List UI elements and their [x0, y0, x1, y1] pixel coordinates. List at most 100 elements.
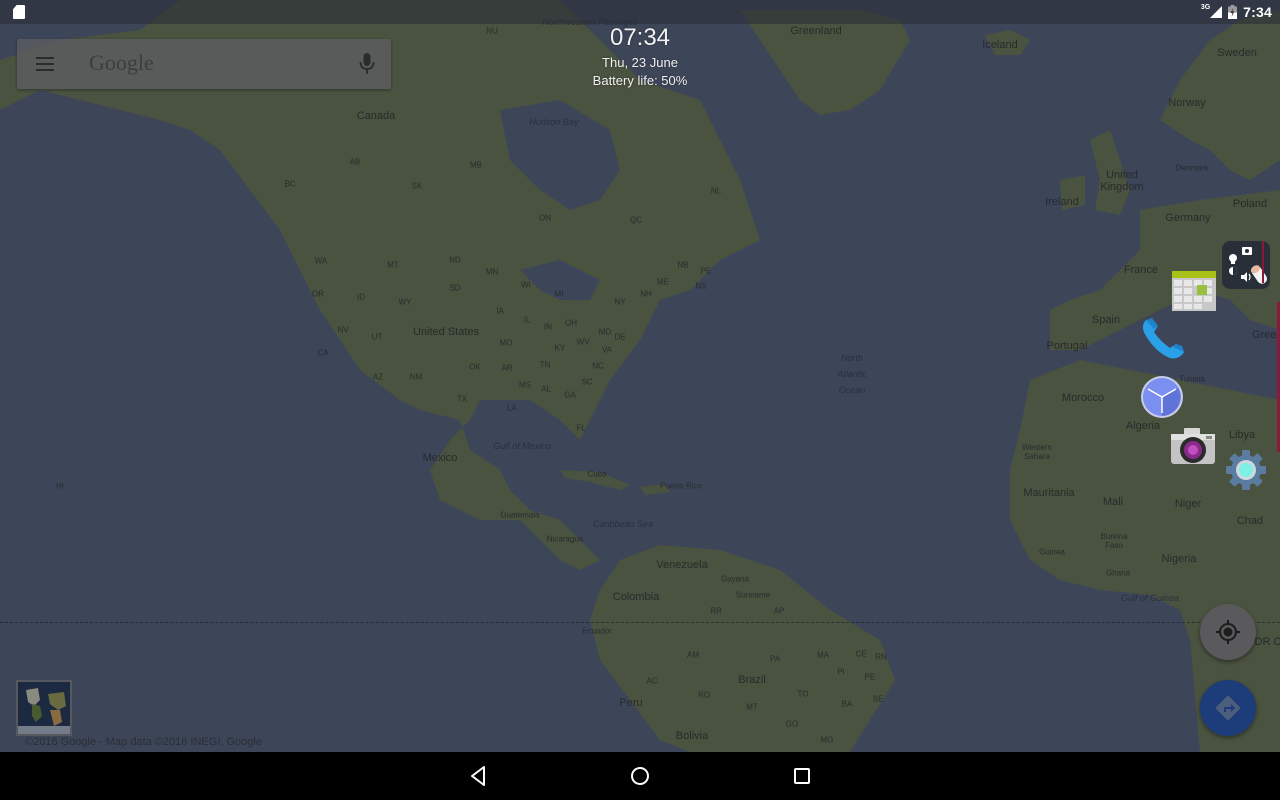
map-label-greece: Greece — [1251, 329, 1280, 341]
map-label-region: MD — [598, 327, 612, 337]
map-label-ireland: Ireland — [1045, 196, 1079, 208]
search-input[interactable]: Google — [89, 50, 154, 76]
map-label-canada: Canada — [356, 110, 396, 122]
back-icon[interactable] — [467, 764, 491, 788]
calendar-icon[interactable] — [1171, 270, 1217, 312]
map-layers-button[interactable] — [16, 680, 72, 736]
map-label-nigeria: Nigeria — [1161, 553, 1197, 565]
map-label-region: KY — [554, 343, 566, 353]
map-label-region: AZ — [372, 372, 384, 382]
hamburger-menu-icon[interactable] — [36, 57, 54, 71]
map-label-france: France — [1123, 264, 1159, 276]
map-label-region: AB — [349, 157, 361, 167]
map-label-nicaragua: Nicaragua — [546, 534, 584, 544]
edge-indicator — [1262, 241, 1264, 283]
gear-icon[interactable] — [1224, 448, 1268, 492]
camera-icon[interactable] — [1170, 426, 1216, 466]
map-label-ecuador: Ecuador — [582, 626, 612, 636]
map-label-germany: Germany — [1165, 212, 1211, 224]
map-label-region: PA — [769, 654, 781, 664]
map-label-united-states: United States — [412, 326, 480, 338]
map-label-region: MT — [387, 260, 399, 270]
map-label-region: RO — [698, 690, 710, 700]
map-label-greenland: Greenland — [790, 25, 842, 37]
battery-charging-icon — [1228, 5, 1238, 19]
map-label-region: PE — [864, 672, 876, 682]
directions-icon — [1216, 696, 1240, 720]
map-label-region: MB — [470, 160, 482, 170]
map-label-region: GA — [564, 390, 576, 400]
directions-button[interactable] — [1200, 680, 1256, 736]
map-label-region: CE — [855, 649, 867, 659]
status-icons: 3G 7:34 — [1201, 2, 1272, 22]
map-label-region: WY — [398, 297, 412, 307]
map-label-region: MT — [746, 702, 758, 712]
microphone-icon[interactable] — [359, 52, 375, 76]
map-label-region: NV — [337, 325, 349, 335]
map-label-region: LA — [507, 403, 517, 413]
map-label-mexico: Mexico — [422, 452, 458, 464]
map-label-norway: Norway — [1168, 97, 1206, 109]
search-bar[interactable]: Google — [17, 39, 391, 89]
map-label-region: OK — [469, 362, 481, 372]
map-label-region: QC — [630, 215, 642, 225]
map-label-region: SC — [581, 377, 593, 387]
map-label-morocco: Morocco — [1061, 392, 1105, 404]
map-label-region: IL — [523, 315, 531, 325]
map-label-region: SK — [411, 181, 423, 191]
map-label-suriname: Suriname — [735, 590, 771, 600]
map-label-region: FL — [576, 423, 586, 433]
map-label-iceland: Iceland — [982, 39, 1018, 51]
map-label-brazil: Brazil — [738, 674, 766, 686]
map-label-region: WA — [314, 256, 328, 266]
phone-icon[interactable] — [1140, 316, 1186, 360]
map-label-region: VA — [601, 345, 613, 355]
map-landmass — [0, 0, 1280, 752]
my-location-button[interactable] — [1200, 604, 1256, 660]
map-label-algeria: Algeria — [1125, 420, 1161, 432]
map-label-region: IA — [496, 306, 504, 316]
map-label-region: GO — [785, 719, 799, 729]
map-label-region: BA — [841, 699, 853, 709]
map-label-guinea: Guinea — [1039, 547, 1065, 557]
my-location-icon — [1216, 620, 1240, 644]
clock-icon[interactable] — [1140, 375, 1184, 419]
map-label-region: AP — [773, 606, 785, 616]
map-label-region: SD — [449, 283, 461, 293]
map-label-spain: Spain — [1091, 314, 1121, 326]
map-label-western-sahara: Western Sahara — [1022, 443, 1052, 461]
home-icon[interactable] — [628, 764, 652, 788]
map-label-region: PE — [700, 266, 712, 276]
map-label-peru: Peru — [619, 697, 643, 709]
map-label-bolivia: Bolivia — [675, 730, 709, 742]
map-label-region: BC — [284, 179, 296, 189]
map-label-niger: Niger — [1174, 498, 1202, 510]
map-label-ghana: Ghana — [1105, 568, 1131, 578]
recents-icon[interactable] — [790, 764, 814, 788]
map-label-region: MN — [485, 267, 499, 277]
map-label-gulf-of-mexico: Gulf of Mexico — [493, 441, 551, 451]
map-label-north-atlantic-ocean: North Atlantic Ocean — [837, 353, 867, 395]
map-label-region: NH — [640, 289, 652, 299]
equator-line — [0, 622, 1280, 623]
map-label-region: CA — [317, 348, 329, 358]
map-label-region: NM — [409, 372, 423, 382]
map-label-dr-congo: DR C — [1254, 636, 1280, 648]
network-type-label: 3G — [1200, 3, 1211, 11]
map-view[interactable]: Northwestern Passages Hudson Bay Gulf of… — [0, 0, 1280, 752]
map-label-region: SE — [872, 694, 884, 704]
map-label-region: AL — [541, 384, 551, 394]
map-label-denmark: Denmark — [1175, 163, 1209, 173]
map-label-region: NU — [486, 26, 498, 36]
map-label-region: DE — [614, 332, 626, 342]
map-label-region: TN — [539, 360, 551, 370]
map-label-region: MO — [499, 338, 513, 348]
map-label-region: ND — [449, 255, 461, 265]
status-bar: 3G 7:34 — [0, 0, 1280, 24]
signal-icon — [1210, 6, 1223, 18]
map-label-venezuela: Venezuela — [656, 559, 708, 571]
map-label-colombia: Colombia — [612, 591, 660, 603]
overlay-time: 07:34 — [609, 24, 671, 51]
map-label-region: ID — [357, 292, 365, 302]
map-label-region: AC — [646, 676, 658, 686]
